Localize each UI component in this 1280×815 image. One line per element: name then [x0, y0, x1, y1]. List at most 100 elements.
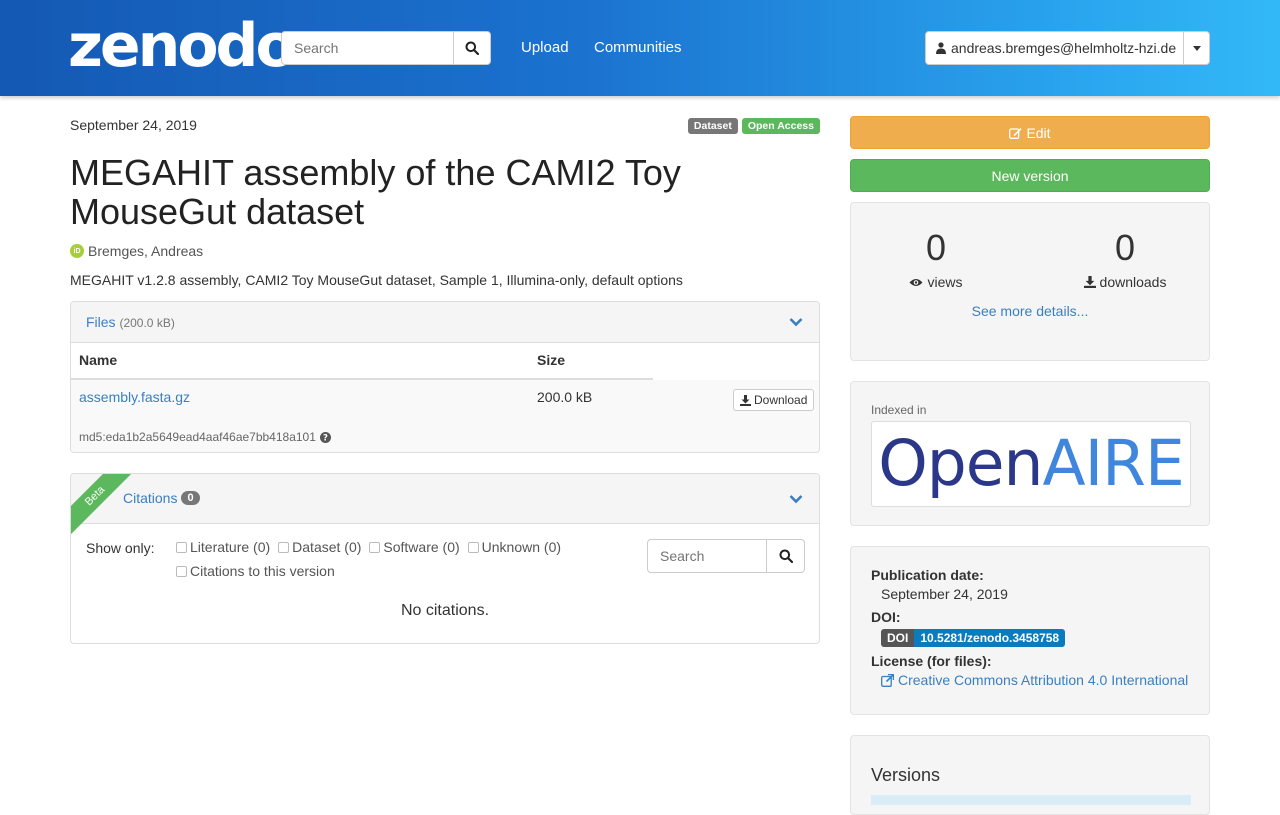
download-label: Download [754, 393, 808, 407]
filter-literature[interactable]: Literature (0) [176, 539, 270, 555]
versions-list-row[interactable] [871, 795, 1191, 805]
eye-icon [909, 278, 923, 286]
doi-badge-value: 10.5281/zenodo.3458758 [914, 629, 1066, 647]
record-description: MEGAHIT v1.2.8 assembly, CAMI2 Toy Mouse… [70, 272, 683, 288]
new-version-button[interactable]: New version [850, 159, 1210, 192]
indexed-in-label: Indexed in [871, 403, 927, 417]
user-email: andreas.bremges@helmholtz-hzi.de [951, 40, 1177, 56]
header-search-input[interactable] [281, 31, 453, 65]
views-count: 0 [925, 227, 947, 268]
column-header-size: Size [537, 352, 566, 368]
publication-date-value: September 24, 2019 [881, 586, 1008, 602]
filter-dataset[interactable]: Dataset (0) [278, 539, 361, 555]
files-panel-heading[interactable]: Files (200.0 kB) [71, 302, 819, 343]
citations-search-button[interactable] [766, 539, 805, 573]
question-circle-icon[interactable]: ? [319, 431, 331, 443]
header-search-button[interactable] [453, 31, 491, 65]
files-table-header: Name Size [71, 343, 819, 380]
filter-label: Unknown (0) [481, 539, 562, 555]
views-label-row: views [866, 274, 1006, 290]
license-link[interactable]: Creative Commons Attribution 4.0 Interna… [881, 672, 1188, 688]
citations-count-badge: 0 [181, 491, 200, 505]
table-row: assembly.fasta.gz 200.0 kB Download md5:… [71, 380, 819, 452]
filter-label: Dataset (0) [292, 539, 362, 555]
openaire-link[interactable]: OpenAIRE [871, 421, 1191, 507]
show-only-label: Show only: [86, 540, 155, 556]
checkbox[interactable] [176, 541, 187, 553]
download-icon [1083, 276, 1096, 288]
openaire-logo-part2: AIRE [1042, 427, 1185, 500]
doi-label: DOI: [871, 609, 901, 625]
versions-panel: Versions [850, 735, 1210, 815]
chevron-down-icon[interactable] [789, 494, 803, 504]
citations-search-input[interactable] [647, 539, 766, 573]
publication-date-label: Publication date: [871, 567, 984, 583]
checkbox[interactable] [176, 565, 187, 577]
user-menu-button[interactable]: andreas.bremges@helmholtz-hzi.de [926, 32, 1183, 64]
license-text: Creative Commons Attribution 4.0 Interna… [898, 672, 1189, 688]
caret-down-icon [1192, 45, 1201, 51]
file-name-link[interactable]: assembly.fasta.gz [79, 389, 190, 405]
versions-title: Versions [871, 765, 941, 785]
zenodo-logo[interactable]: zenodo [68, 14, 297, 78]
user-icon [936, 42, 946, 54]
edit-icon [1009, 127, 1023, 139]
column-header-name: Name [79, 352, 118, 368]
checkbox[interactable] [467, 541, 479, 553]
external-link-icon [881, 673, 894, 687]
file-checksum: md5:eda1b2a5649ead4aaf46ae7bb418a101 [79, 430, 316, 444]
download-icon [740, 394, 751, 406]
citations-panel: Beta Citations 0 Show only: Literature (… [70, 473, 820, 644]
user-menu: andreas.bremges@helmholtz-hzi.de [925, 31, 1210, 65]
filter-unknown[interactable]: Unknown (0) [467, 539, 562, 555]
downloads-label-row: downloads [1055, 274, 1195, 290]
dataset-label[interactable]: Dataset [687, 118, 738, 134]
chevron-down-icon[interactable] [789, 317, 803, 327]
downloads-count: 0 [1114, 227, 1136, 268]
search-icon [779, 549, 793, 563]
nav-upload-link[interactable]: Upload [521, 39, 569, 56]
open-access-label[interactable]: Open Access [741, 118, 820, 134]
publication-date: September 24, 2019 [70, 117, 197, 133]
svg-text:?: ? [323, 433, 328, 442]
checkbox[interactable] [369, 541, 381, 553]
see-more-details-link[interactable]: See more details... [851, 303, 1209, 319]
creators: iD Bremges, Andreas [70, 243, 203, 259]
files-panel: Files (200.0 kB) Name Size assembly.fast… [70, 301, 820, 453]
citation-filters: Literature (0) Dataset (0) Software (0) … [176, 539, 561, 555]
filter-label: Software (0) [383, 539, 460, 555]
openaire-logo: OpenAIRE [878, 427, 1185, 500]
search-icon [465, 41, 479, 55]
file-size: 200.0 kB [537, 389, 593, 405]
checkbox[interactable] [278, 541, 290, 553]
citations-panel-heading[interactable]: Beta Citations 0 [71, 474, 819, 539]
edit-button[interactable]: Edit [850, 116, 1210, 149]
filter-this-version[interactable]: Citations to this version [176, 563, 335, 579]
header-search [281, 31, 491, 65]
filter-label: Citations to this version [190, 563, 335, 579]
top-navbar: zenodo Upload Communities andreas.bremge… [0, 0, 1280, 96]
filter-software[interactable]: Software (0) [369, 539, 460, 555]
download-button[interactable]: Download [733, 389, 815, 411]
stats-panel: 0 0 views downloads See more details... [850, 202, 1210, 361]
file-checksum-row: md5:eda1b2a5649ead4aaf46ae7bb418a101 ? [79, 430, 331, 444]
files-heading-link[interactable]: Files [86, 314, 116, 330]
doi-badge[interactable]: DOI 10.5281/zenodo.3458758 [881, 629, 1066, 647]
creator-name: Bremges, Andreas [88, 243, 204, 259]
files-table: Name Size [71, 343, 819, 380]
record-title: MEGAHIT assembly of the CAMI2 Toy MouseG… [70, 152, 681, 232]
indexed-in-panel: Indexed in OpenAIRE [850, 381, 1210, 526]
views-label: views [927, 274, 963, 290]
user-menu-dropdown-toggle[interactable] [1183, 32, 1209, 64]
downloads-label: downloads [1099, 274, 1167, 290]
record-info-panel: Publication date: September 24, 2019 DOI… [850, 546, 1210, 715]
record-labels: Dataset Open Access [687, 118, 820, 134]
orcid-icon[interactable]: iD [70, 244, 84, 258]
files-total-size: (200.0 kB) [119, 316, 175, 330]
citations-search [647, 539, 805, 573]
nav-communities-link[interactable]: Communities [594, 39, 682, 56]
citations-heading[interactable]: Citations 0 [123, 490, 200, 506]
doi-badge-key: DOI [881, 629, 915, 647]
openaire-logo-part1: Open [878, 427, 1043, 500]
filter-label: Literature (0) [190, 539, 271, 555]
